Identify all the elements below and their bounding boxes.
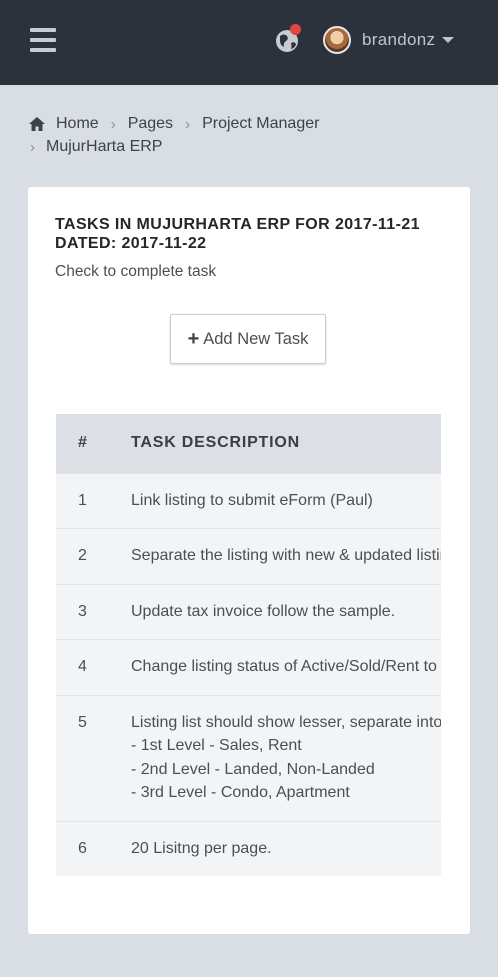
add-new-task-label: Add New Task	[203, 329, 309, 348]
task-sub-item: - 2nd Level - Landed, Non-Landed	[131, 760, 375, 778]
home-icon	[29, 117, 45, 131]
table-row[interactable]: 2 Separate the listing with new & update…	[56, 528, 441, 584]
task-sub-item: - 1st Level - Sales, Rent	[131, 737, 302, 754]
task-description: Separate the listing with new & updated …	[131, 547, 441, 564]
task-description: Change listing status of Active/Sold/Ren…	[131, 658, 437, 675]
breadcrumb: Home › Pages › Project Manager › MujurHa…	[28, 114, 319, 157]
task-description: 20 Lisitng per page.	[131, 839, 272, 857]
table-row[interactable]: 4 Change listing status of Active/Sold/R…	[56, 639, 441, 695]
notification-badge	[290, 24, 301, 35]
breadcrumb-current: MujurHarta ERP	[46, 138, 163, 155]
table-row[interactable]: 1 Link listing to submit eForm (Paul)	[56, 473, 441, 529]
task-description: Update tax invoice follow the sample.	[131, 602, 396, 620]
chevron-right-icon: ›	[185, 115, 191, 133]
title-line-2: DATED: 2017-11-22	[55, 235, 207, 252]
breadcrumb-pages[interactable]: Pages	[128, 115, 173, 133]
avatar[interactable]	[323, 26, 351, 54]
username[interactable]: brandonz	[362, 30, 435, 50]
task-table-container[interactable]: # TASK DESCRIPTION 1 Link listing to sub…	[56, 414, 441, 886]
table-row[interactable]: 5 Listing list should show lesser, separ…	[56, 695, 441, 821]
task-description: Listing list should show lesser, separat…	[130, 695, 441, 821]
table-row[interactable]: 3 Update tax invoice follow the sample.	[56, 584, 441, 640]
tasks-card: TASKS IN MUJURHARTA ERP FOR 2017-11-21 D…	[28, 187, 470, 934]
task-number: 3	[78, 602, 87, 620]
task-table: # TASK DESCRIPTION 1 Link listing to sub…	[56, 414, 441, 876]
column-header-number: #	[78, 434, 88, 452]
task-description: Link listing to submit eForm (Paul)	[131, 491, 373, 509]
top-navbar: brandonz	[0, 0, 498, 85]
breadcrumb-project-manager[interactable]: Project Manager	[202, 115, 319, 133]
plus-icon: +	[187, 328, 200, 350]
chevron-right-icon: ›	[30, 138, 35, 156]
card-title: TASKS IN MUJURHARTA ERP FOR 2017-11-21 D…	[55, 215, 445, 253]
breadcrumb-home[interactable]: Home	[56, 115, 99, 133]
task-number: 1	[78, 491, 87, 509]
task-number: 5	[78, 713, 87, 731]
column-header-description: TASK DESCRIPTION	[131, 434, 300, 452]
task-sub-item: - 3rd Level - Condo, Apartment	[131, 784, 350, 801]
caret-down-icon[interactable]	[442, 37, 454, 43]
table-header-row: # TASK DESCRIPTION	[56, 414, 441, 473]
task-number: 4	[78, 658, 87, 675]
add-new-task-button[interactable]: + Add New Task	[170, 314, 326, 364]
task-number: 6	[78, 839, 87, 857]
hamburger-icon[interactable]	[30, 28, 56, 52]
chevron-right-icon: ›	[110, 115, 116, 133]
card-subtitle: Check to complete task	[55, 263, 217, 280]
table-row[interactable]: 6 20 Lisitng per page.	[56, 821, 441, 876]
task-number: 2	[78, 547, 87, 564]
title-line-1: TASKS IN MUJURHARTA ERP FOR 2017-11-21	[55, 216, 420, 233]
task-description-main: Listing list should show lesser, separat…	[131, 713, 441, 731]
